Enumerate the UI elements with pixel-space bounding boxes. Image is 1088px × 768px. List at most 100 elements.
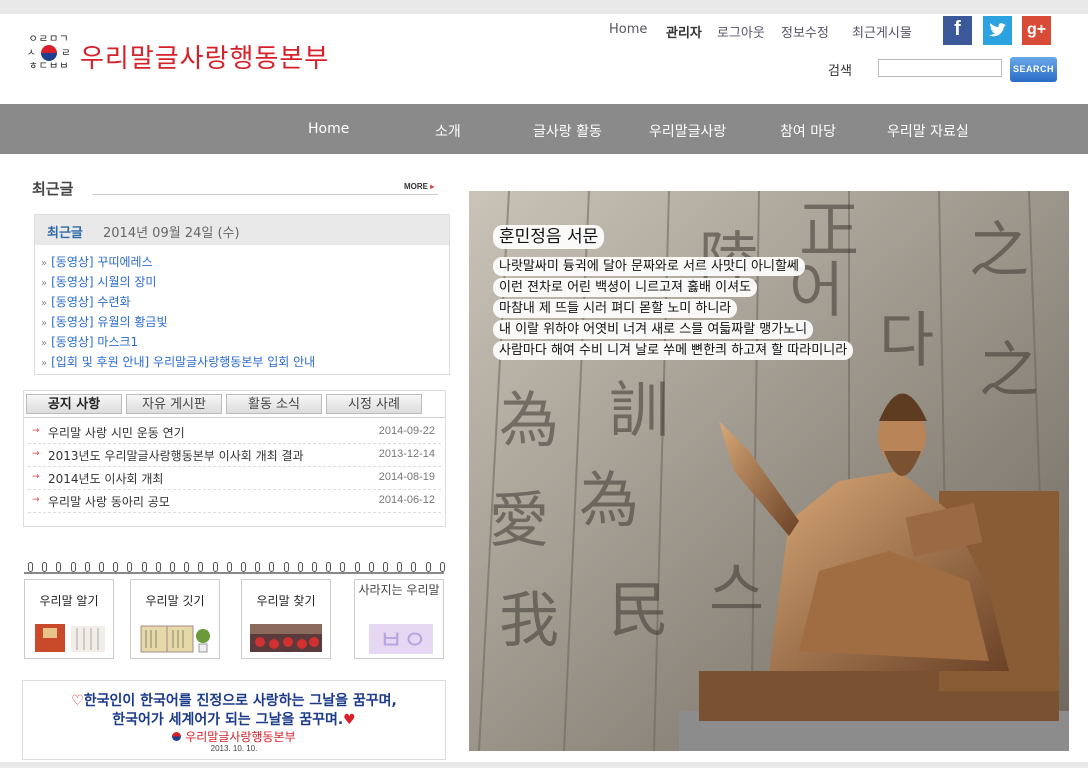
row-date: 2014-08-19	[378, 471, 435, 483]
util-admin-link[interactable]: 관리자	[666, 22, 702, 41]
recent-item[interactable]: [동영상] 시월의 장미	[41, 273, 156, 290]
row-date: 2014-09-22	[378, 425, 435, 437]
logo-mark-bottom: ㅎㄷㅂㅂ	[28, 61, 70, 72]
twitter-icon[interactable]	[983, 16, 1012, 45]
spiral-ring	[212, 562, 218, 572]
nav-home[interactable]: Home	[308, 121, 349, 137]
nav-urimal-love[interactable]: 우리말글사랑	[649, 121, 726, 141]
recent-head-date: 2014년 09월 24일 (수)	[103, 226, 240, 241]
tab-free-board[interactable]: 자유 게시판	[126, 394, 222, 414]
row-title[interactable]: 2013년도 우리말글사랑행동본부 이사회 개최 결과	[48, 447, 304, 464]
spiral-ring	[141, 562, 147, 572]
taegeuk-icon	[172, 732, 182, 741]
util-recent-posts-link[interactable]: 최근게시물	[852, 22, 912, 41]
recent-section-title: 최근글	[32, 180, 74, 198]
notice-board: 공지 사항 자유 게시판 활동 소식 시정 사례 → 우리말 사랑 시민 운동 …	[23, 390, 446, 527]
card-label: 우리말 알기	[39, 594, 99, 608]
table-row[interactable]: → 우리말 사랑 시민 운동 연기 2014-09-22	[28, 421, 441, 444]
table-row[interactable]: → 우리말 사랑 동아리 공모 2014-06-12	[28, 490, 441, 513]
recent-item[interactable]: [동영상] 마스크1	[41, 333, 138, 350]
card-learn-urimal[interactable]: 우리말 알기	[24, 579, 114, 659]
tab-activity-news[interactable]: 활동 소식	[226, 394, 322, 414]
spiral-ring	[241, 562, 246, 572]
search-button[interactable]: SEARCH	[1010, 57, 1057, 82]
spiral-ring	[297, 562, 303, 572]
heart-icon: ♡	[71, 693, 84, 709]
recent-posts-box: 최근글 2014년 09월 24일 (수) [동영상] 꾸띠에레스 [동영상] …	[34, 214, 450, 375]
logo-mark-top: ㅇㄹㅁㄱ	[28, 34, 70, 45]
recent-item[interactable]: [동영상] 유월의 황금빛	[41, 313, 167, 330]
row-title[interactable]: 2014년도 이사회 개최	[48, 470, 163, 487]
bullet-arrow-icon: →	[32, 472, 40, 482]
row-date: 2013-12-14	[378, 448, 435, 460]
row-title[interactable]: 우리말 사랑 동아리 공모	[48, 493, 170, 510]
spiral-ring	[70, 562, 76, 572]
svg-text:스: 스	[709, 556, 764, 626]
header: ㅇㄹㅁㄱ ㅅ ㄹ ㅎㄷㅂㅂ 우리말글사랑행동본부 Home 관리자 로그아웃 정…	[0, 14, 1088, 104]
site-logo[interactable]: ㅇㄹㅁㄱ ㅅ ㄹ ㅎㄷㅂㅂ 우리말글사랑행동본부	[26, 34, 346, 78]
board-tabs: 공지 사항 자유 게시판 활동 소식 시정 사례	[24, 391, 445, 418]
tab-notices[interactable]: 공지 사항	[26, 394, 122, 414]
row-title[interactable]: 우리말 사랑 시민 운동 연기	[48, 424, 185, 441]
svg-text:訓: 訓	[609, 376, 669, 446]
taegeuk-icon	[41, 45, 57, 61]
logo-mark-mid-left: ㅅ	[26, 48, 37, 59]
search-label: 검색	[828, 64, 852, 79]
slogan-line-1: 한국인이 한국어를 진정으로 사랑하는 그날을 꿈꾸며,	[83, 693, 397, 709]
row-date: 2014-06-12	[378, 494, 435, 506]
util-profile-link[interactable]: 정보수정	[781, 22, 829, 41]
card-write-urimal[interactable]: 우리말 깃기	[130, 579, 220, 659]
svg-text:為: 為	[579, 466, 639, 536]
spiral-ring	[184, 562, 190, 572]
tab-corrections[interactable]: 시정 사례	[326, 394, 422, 414]
card-label: 우리말 깃기	[145, 594, 205, 608]
nav-participation[interactable]: 참여 마당	[780, 121, 836, 141]
card-find-urimal[interactable]: 우리말 찾기	[241, 579, 331, 659]
bullet-arrow-icon: →	[32, 449, 40, 459]
spiral-ring	[439, 562, 445, 572]
google-plus-icon[interactable]: g+	[1022, 16, 1051, 45]
more-link[interactable]: MORE ▸	[404, 182, 434, 191]
spiral-ring	[28, 562, 33, 572]
recent-item[interactable]: [입회 및 후원 안내] 우리말글사랑행동본부 입회 안내	[41, 353, 315, 370]
spiral-ring	[127, 562, 133, 572]
search-input[interactable]	[878, 59, 1002, 77]
logo-mark-mid-right: ㄹ	[61, 48, 72, 59]
svg-text:愛: 愛	[489, 486, 549, 556]
svg-text:為: 為	[499, 386, 559, 456]
spiral-ring	[42, 562, 48, 572]
svg-text:民: 民	[609, 576, 669, 646]
logo-text: 우리말글사랑행동본부	[80, 44, 330, 74]
top-strip	[0, 0, 1088, 14]
util-logout-link[interactable]: 로그아웃	[717, 22, 765, 41]
table-row[interactable]: → 2013년도 우리말글사랑행동본부 이사회 개최 결과 2013-12-14	[28, 444, 441, 467]
nav-resources[interactable]: 우리말 자료실	[887, 121, 969, 141]
nav-intro[interactable]: 소개	[435, 121, 461, 141]
event-photo-icon	[250, 624, 322, 652]
slogan-line-2: 한국어가 세계어가 되는 그날을 꿈꾸며.	[112, 712, 344, 728]
book-icon	[140, 625, 210, 653]
svg-text:다: 다	[879, 306, 934, 376]
recent-header: 최근글 2014년 09월 24일 (수)	[35, 215, 449, 245]
spiral-ring	[340, 562, 346, 572]
spiral-ring	[198, 562, 204, 572]
poem-line: 내 이랄 위하야 어엿비 너겨 새로 스믈 여듧짜랄 맹가노니	[493, 320, 814, 339]
table-row[interactable]: → 2014년도 이사회 개최 2014-08-19	[28, 467, 441, 490]
recent-item[interactable]: [동영상] 꾸띠에레스	[41, 253, 153, 270]
spiral-ring	[170, 562, 175, 572]
spiral-ring	[255, 562, 261, 572]
heart-icon: ♥	[343, 712, 356, 728]
util-home-link[interactable]: Home	[609, 22, 647, 37]
hero-title: 훈민정음 서문	[493, 225, 605, 249]
nav-activities[interactable]: 글사랑 활동	[533, 121, 602, 141]
poem-line: 사람마다 해여 수비 니겨 날로 쑤메 뼌한킈 하고져 할 따라미니라	[493, 341, 854, 360]
king-portrait-icon	[35, 624, 105, 652]
facebook-icon[interactable]: f	[943, 16, 972, 45]
recent-divider	[92, 194, 438, 195]
card-vanishing-urimal[interactable]: 사라지는 우리말 ㅂㅇ	[354, 579, 444, 659]
recent-head-label: 최근글	[47, 226, 83, 241]
recent-item[interactable]: [동영상] 수련화	[41, 293, 130, 310]
spiral-ring	[283, 562, 289, 572]
card-label: 우리말 찾기	[256, 594, 316, 608]
spiral-ring	[155, 562, 161, 572]
